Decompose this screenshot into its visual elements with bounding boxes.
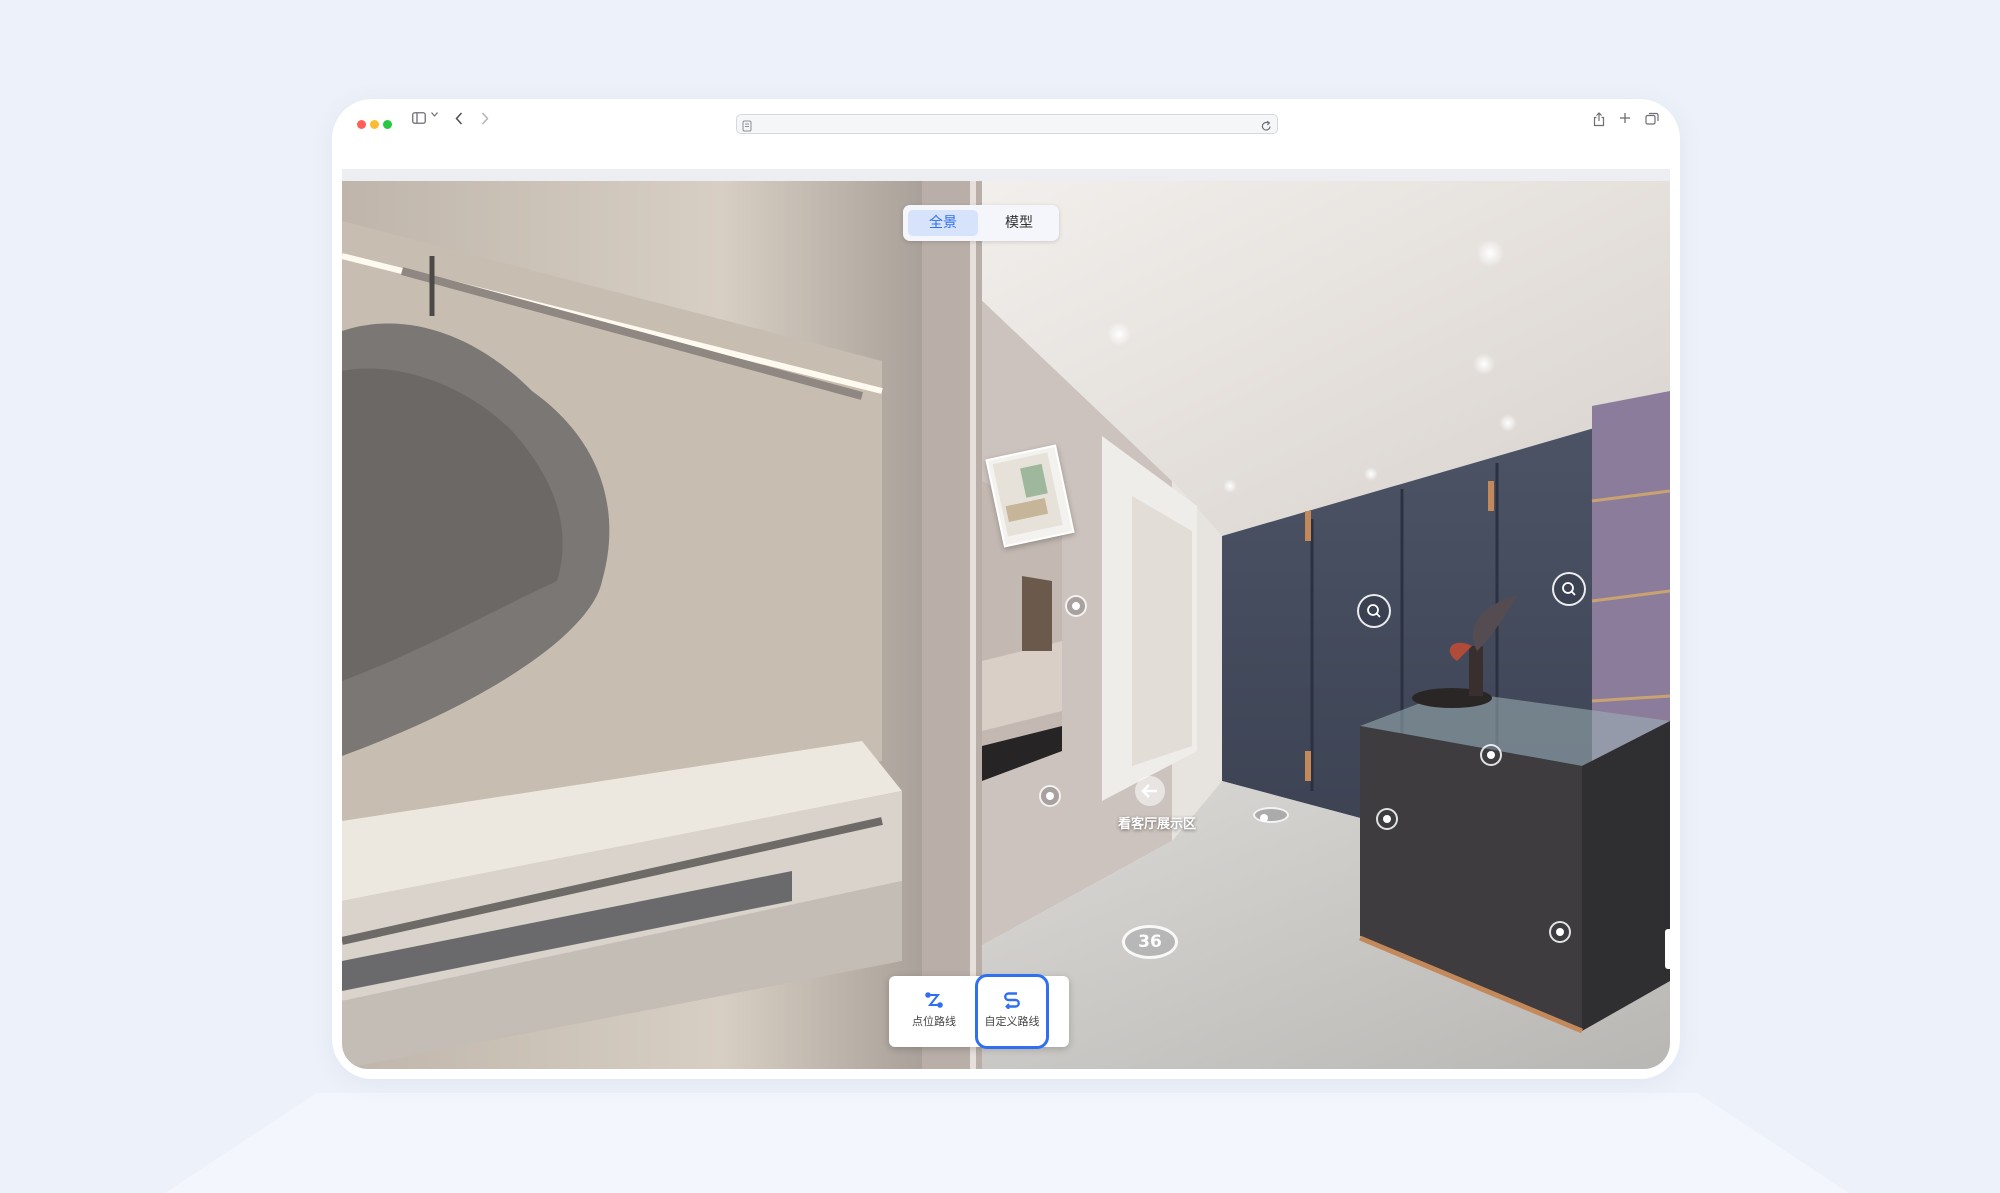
- sidebar-icon[interactable]: [410, 112, 428, 136]
- tabs-icon[interactable]: [1643, 112, 1661, 136]
- point-route-button[interactable]: 点位路线: [895, 976, 973, 1047]
- device-floor-shadow: [165, 1093, 1849, 1193]
- close-window-button[interactable]: [357, 120, 366, 129]
- view-mode-model-tab[interactable]: 模型: [984, 210, 1054, 236]
- view-mode-panorama-tab[interactable]: 全景: [908, 210, 978, 236]
- floor-number-badge[interactable]: 36: [1122, 925, 1178, 959]
- hotspot-dot-icon[interactable]: [1480, 744, 1502, 766]
- page-top-strip: [342, 169, 1670, 181]
- custom-route-label: 自定义路线: [984, 1015, 1040, 1028]
- share-icon[interactable]: [1591, 112, 1607, 136]
- panorama-scene: [342, 181, 1670, 1069]
- forward-icon[interactable]: [478, 112, 492, 136]
- arrow-left-icon[interactable]: [1135, 776, 1165, 806]
- custom-route-button[interactable]: 自定义路线: [975, 974, 1049, 1049]
- reload-icon[interactable]: [1261, 117, 1272, 136]
- magnifier-icon[interactable]: [1357, 594, 1391, 628]
- back-icon[interactable]: [452, 112, 466, 136]
- hotspot-dot-icon[interactable]: [1065, 595, 1087, 617]
- page-icon: [742, 117, 752, 136]
- tablet-device: 全景 模型 看客厅展示区 36 点位路线 自定义路线: [332, 99, 1680, 1079]
- panorama-viewer[interactable]: 全景 模型 看客厅展示区 36 点位路线 自定义路线: [342, 181, 1670, 1069]
- browser-toolbar: [332, 99, 1680, 149]
- magnifier-icon[interactable]: [1552, 572, 1586, 606]
- hotspot-dot-icon[interactable]: [1039, 785, 1061, 807]
- floor-hotspot[interactable]: [1253, 807, 1289, 823]
- hotspot-label[interactable]: 看客厅展示区: [1112, 813, 1202, 832]
- minimize-window-button[interactable]: [370, 120, 379, 129]
- view-mode-toggle: 全景 模型: [903, 205, 1059, 241]
- point-route-label: 点位路线: [912, 1015, 956, 1028]
- custom-route-icon: [1004, 992, 1020, 1009]
- side-panel-handle[interactable]: [1665, 929, 1670, 969]
- new-tab-icon[interactable]: [1617, 112, 1633, 136]
- point-route-icon: [925, 992, 943, 1008]
- address-bar[interactable]: [736, 114, 1278, 134]
- zoom-window-button[interactable]: [383, 120, 392, 129]
- hotspot-dot-icon[interactable]: [1376, 808, 1398, 830]
- hotspot-dot-icon[interactable]: [1549, 921, 1571, 943]
- route-toolbar: 点位路线 自定义路线: [889, 974, 1069, 1049]
- chevron-down-icon[interactable]: [429, 112, 439, 136]
